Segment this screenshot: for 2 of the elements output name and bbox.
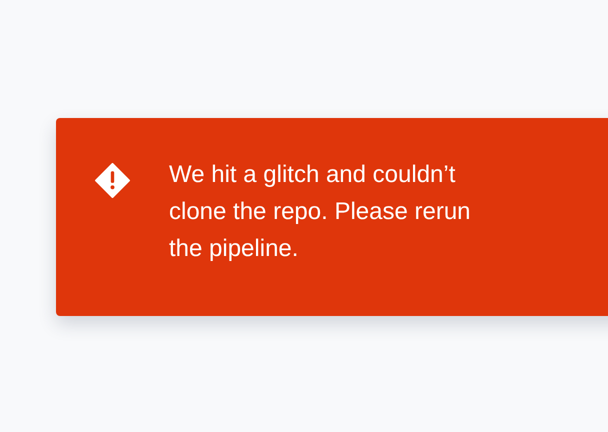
warning-icon (95, 163, 130, 198)
error-message: We hit a glitch and couldn’t clone the repo. Please rerun the pipeline. (169, 160, 472, 264)
